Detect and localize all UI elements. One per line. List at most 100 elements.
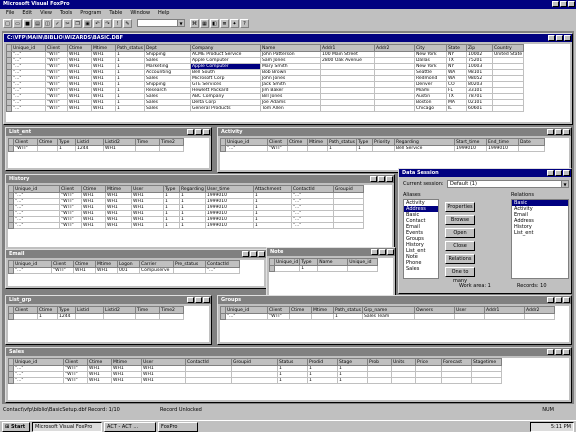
minimize-button[interactable] [547, 129, 554, 135]
relations-button[interactable]: Relations [445, 254, 475, 264]
data-session-titlebar[interactable]: Data Session [399, 169, 571, 177]
maximize-button[interactable] [250, 251, 257, 257]
column-header[interactable]: Unique_id [11, 44, 46, 52]
close-button[interactable] [563, 170, 570, 176]
list-grp-titlebar[interactable]: List_grp [6, 296, 211, 304]
column-header[interactable]: End_time [485, 138, 519, 146]
table-cell[interactable]: 1 [333, 313, 363, 320]
table-cell[interactable]: 1 [179, 222, 206, 229]
minimize-button[interactable] [547, 349, 554, 355]
new-icon[interactable]: □ [3, 18, 12, 28]
column-header[interactable]: Unique_id [273, 258, 301, 266]
column-header[interactable]: Owners [413, 306, 455, 314]
groups-grid[interactable]: Unique_id Client Ctime Mtime Path_status Grp_… [220, 306, 569, 342]
table-cell[interactable]: Tom Allen [259, 105, 321, 112]
history-grid[interactable]: Unique_id Client Ctime Mtime User Type Regardi… [8, 185, 392, 247]
column-header[interactable]: Addr1 [483, 306, 525, 314]
column-header[interactable]: ContactId [205, 260, 240, 268]
table-cell[interactable] [347, 265, 379, 272]
column-header[interactable]: Time2 [159, 138, 184, 146]
table-cell[interactable] [173, 267, 206, 274]
note-window[interactable]: Note Unique_id Type Name Unique_id 1 [266, 247, 396, 299]
column-header[interactable]: Groupid [231, 358, 278, 366]
table-cell[interactable]: "WTI" [45, 105, 68, 112]
table-row[interactable]: 1 [269, 265, 379, 272]
column-header[interactable]: Time2 [159, 306, 184, 314]
table-cell[interactable]: WH1 [105, 222, 132, 229]
table-cell[interactable] [37, 145, 58, 152]
table-cell[interactable] [317, 265, 349, 272]
minimize-button[interactable] [370, 176, 377, 182]
column-header[interactable]: Client [51, 260, 74, 268]
table-cell[interactable]: 1 [57, 145, 76, 152]
history-titlebar[interactable]: History [6, 175, 394, 183]
column-header[interactable]: Client [59, 185, 82, 193]
column-header[interactable]: Date [517, 138, 545, 146]
menu-view[interactable]: View [40, 9, 52, 17]
table-cell[interactable]: "..." [290, 222, 334, 229]
column-header[interactable]: Ctime [287, 138, 308, 146]
column-header[interactable]: Unique_id [347, 258, 379, 266]
table-row[interactable]: "..." "WTI" 1 Sales Team [220, 313, 555, 320]
column-header[interactable]: Ctime [81, 185, 106, 193]
table-cell[interactable]: WH1 [103, 145, 136, 152]
table-cell[interactable]: Bell Service [393, 145, 455, 152]
table-cell[interactable]: WH1 [141, 377, 186, 384]
table-row[interactable]: 1 1244 [8, 313, 184, 320]
table-cell[interactable]: General Products [189, 105, 261, 112]
table-cell[interactable] [307, 145, 328, 152]
table-cell[interactable] [135, 145, 160, 152]
column-header[interactable]: Ctime [73, 260, 96, 268]
table-row[interactable]: "..." "WTI" WH1 WH1 WH1 1 1 1 [8, 377, 502, 384]
column-header[interactable]: Unique_id [13, 260, 52, 268]
column-header[interactable]: Client [45, 44, 68, 52]
table-cell[interactable] [75, 313, 104, 320]
column-header[interactable]: Type [57, 306, 76, 314]
save-icon[interactable]: ■ [23, 18, 32, 28]
table-row[interactable]: "..." "WTI" WH1 WH1 WH1 1 1 1999010 1 "..." [8, 222, 364, 229]
table-cell[interactable] [373, 105, 415, 112]
table-cell[interactable]: "..." [13, 222, 60, 229]
table-cell[interactable]: WH1 [67, 105, 92, 112]
main-browse-titlebar[interactable]: C:\VFP\MAIN\BIBLIO\WIZARDS\BASIC.DBF [4, 34, 572, 42]
table-cell[interactable] [453, 313, 485, 320]
column-header[interactable]: Addr2 [373, 44, 415, 52]
table-cell[interactable]: "..." [13, 267, 52, 274]
print-icon[interactable]: ▤ [33, 18, 42, 28]
table-cell[interactable] [159, 145, 184, 152]
data-session-window[interactable]: Data Session Current session: Default (1… [398, 168, 572, 294]
column-header[interactable]: Mtime [91, 44, 116, 52]
spell-icon[interactable]: ✓ [53, 18, 62, 28]
close-table-button[interactable]: Close [445, 241, 475, 251]
column-header[interactable]: Mtime [311, 306, 334, 314]
column-header[interactable]: Name [317, 258, 349, 266]
table-cell[interactable]: 1 [277, 377, 308, 384]
help-icon[interactable]: ? [240, 18, 249, 28]
column-header[interactable]: Client [267, 306, 290, 314]
column-header[interactable]: Zip [465, 44, 493, 52]
report-icon[interactable]: ≣ [220, 18, 229, 28]
list-grp-grid[interactable]: Client Ctime Type Listid Listid2 Time Time2 1 12… [8, 306, 209, 342]
column-header[interactable]: Prodid [307, 358, 338, 366]
current-session-select[interactable]: Default (1) ▼ [447, 180, 569, 188]
maximize-button[interactable] [378, 176, 385, 182]
paste-icon[interactable]: ▣ [83, 18, 92, 28]
list-ent-titlebar[interactable]: List_ent [6, 128, 211, 136]
table-cell[interactable]: "..." [225, 313, 268, 320]
column-header[interactable]: Ctime [87, 358, 112, 366]
list-item[interactable]: List_ent [512, 230, 568, 236]
open-button[interactable]: Open [445, 228, 475, 238]
taskbar-item-foxpro[interactable]: Microsoft Visual FoxPro [32, 421, 102, 432]
table-cell[interactable]: "WTI" [63, 377, 88, 384]
column-header[interactable]: ContactId [185, 358, 232, 366]
menu-file[interactable]: File [6, 9, 14, 17]
column-header[interactable]: Status [277, 358, 308, 366]
column-header[interactable]: Carrier [139, 260, 174, 268]
column-header[interactable]: Prob [367, 358, 392, 366]
column-header[interactable]: Ctime [37, 306, 58, 314]
column-header[interactable]: User [453, 306, 485, 314]
column-header[interactable]: Type [57, 138, 76, 146]
minimize-button[interactable] [371, 249, 378, 255]
column-header[interactable]: Company [189, 44, 261, 52]
column-header[interactable]: Name [259, 44, 321, 52]
